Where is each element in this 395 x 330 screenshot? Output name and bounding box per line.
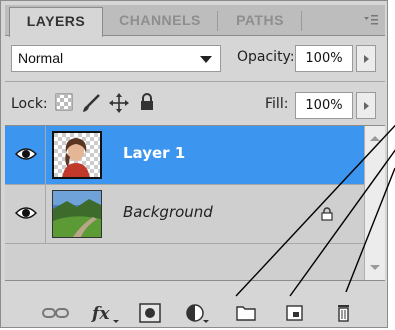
layers-panel: LAYERS CHANNELS PATHS Normal Opacity: 10… [0, 0, 388, 328]
background-thumbnail [52, 190, 102, 238]
fill-slider-button[interactable] [356, 92, 376, 119]
blend-mode-dropdown[interactable]: Normal [11, 45, 221, 72]
layer-name[interactable]: Layer 1 [123, 144, 185, 162]
tab-paths[interactable]: PATHS [223, 7, 297, 34]
tab-divider [217, 11, 218, 31]
visibility-toggle[interactable] [5, 126, 46, 184]
panel-tab-bar: LAYERS CHANNELS PATHS [5, 5, 385, 37]
layer-name[interactable]: Background [123, 203, 213, 221]
lock-transparent-pixels-icon[interactable] [55, 93, 73, 116]
link-layers-icon[interactable] [41, 303, 71, 325]
opacity-input[interactable]: 100% [295, 45, 353, 72]
layer-1-thumbnail [52, 131, 102, 179]
eye-icon [15, 207, 37, 219]
lock-image-pixels-icon[interactable] [81, 93, 101, 118]
svg-text:fx: fx [91, 304, 110, 324]
scroll-down-icon[interactable] [370, 265, 380, 270]
layer-row-background[interactable]: Background [5, 185, 365, 244]
layer-row-layer-1[interactable]: Layer 1 [5, 126, 365, 185]
chevron-right-icon [364, 102, 369, 110]
fill-input[interactable]: 100% [295, 92, 353, 119]
layer-lock-icon [321, 207, 333, 226]
scroll-up-icon[interactable] [370, 136, 380, 141]
divider [5, 81, 385, 82]
opacity-label: Opacity: [237, 49, 295, 65]
tab-channels[interactable]: CHANNELS [107, 7, 213, 34]
fill-label: Fill: [265, 96, 289, 112]
chevron-down-icon [200, 56, 212, 63]
opacity-slider-button[interactable] [356, 45, 376, 72]
eye-icon [15, 148, 37, 160]
delete-layer-icon[interactable] [335, 303, 353, 325]
layer-list-scrollbar[interactable] [364, 126, 385, 280]
lock-position-icon[interactable] [109, 93, 129, 118]
layer-style-fx-icon[interactable]: fx [91, 303, 121, 325]
layer-list: Layer 1 Background [5, 125, 385, 281]
visibility-toggle[interactable] [5, 185, 46, 243]
new-group-icon[interactable] [235, 303, 257, 325]
lock-all-icon[interactable] [139, 93, 155, 116]
chevron-right-icon [364, 55, 369, 63]
adjustment-layer-icon[interactable] [185, 303, 211, 325]
tab-divider [301, 11, 302, 31]
layers-toolbar: fx [5, 301, 385, 327]
panel-menu-icon[interactable] [363, 13, 379, 27]
lock-label: Lock: [11, 96, 48, 112]
new-layer-icon[interactable] [285, 303, 305, 325]
add-mask-icon[interactable] [139, 303, 161, 325]
tab-layers[interactable]: LAYERS [9, 7, 103, 37]
blend-mode-value: Normal [18, 50, 64, 66]
